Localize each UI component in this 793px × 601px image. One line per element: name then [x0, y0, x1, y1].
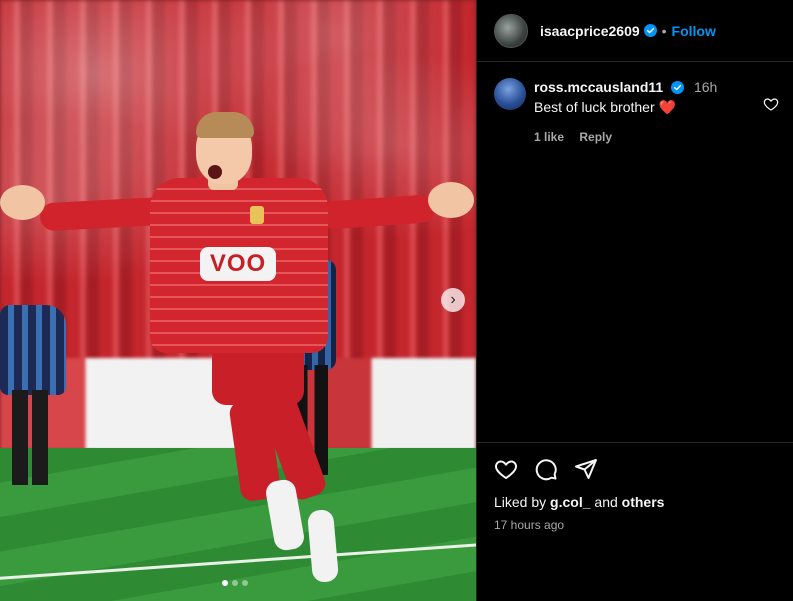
comment-item: ross.mccausland11 16h Best of luck broth…: [477, 62, 793, 144]
liked-by-mid: and: [590, 494, 622, 510]
post-media[interactable]: VOO ›: [0, 0, 476, 601]
comment-text: Best of luck brother ❤️: [534, 99, 676, 115]
carousel-dot: [232, 580, 238, 586]
verified-badge-icon: [671, 81, 685, 94]
liked-by-prefix: Liked by: [494, 494, 551, 510]
header-separator: •: [661, 22, 667, 39]
club-crest: [250, 206, 264, 224]
post-author-username[interactable]: isaacprice2609: [540, 23, 640, 39]
comment-icon[interactable]: [534, 457, 558, 481]
carousel-dot: [242, 580, 248, 586]
opponent-player-left: [0, 305, 66, 395]
player-hand-right: [428, 182, 474, 218]
carousel-dot: [222, 580, 228, 586]
player-mouth: [208, 165, 222, 179]
action-bar: [477, 443, 793, 481]
comment-header: ross.mccausland11 16h: [534, 78, 717, 96]
jersey-sponsor: VOO: [200, 247, 276, 281]
comment-body: ross.mccausland11 16h Best of luck broth…: [534, 78, 717, 144]
commenter-username[interactable]: ross.mccausland11: [534, 79, 663, 95]
verified-badge-icon: [643, 24, 657, 37]
liked-by-others[interactable]: others: [622, 494, 665, 510]
chevron-right-icon: ›: [450, 291, 456, 308]
liked-by-user[interactable]: g.col_: [550, 494, 590, 510]
next-slide-button[interactable]: ›: [441, 288, 465, 312]
comment-likes-count[interactable]: 1 like: [534, 130, 564, 144]
share-icon[interactable]: [574, 457, 598, 481]
carousel-dots: [222, 580, 248, 586]
commenter-avatar[interactable]: [494, 78, 526, 110]
comment-meta: 1 like Reply: [534, 130, 717, 144]
post-timestamp[interactable]: 17 hours ago: [477, 510, 793, 532]
follow-button[interactable]: Follow: [672, 23, 716, 39]
heart-icon[interactable]: [494, 457, 518, 481]
liked-by-line: Liked by g.col_ and others: [477, 481, 793, 510]
post-header: isaacprice2609 • Follow: [477, 0, 793, 62]
player-hand-left: [0, 185, 45, 220]
player-hair: [196, 112, 254, 138]
comment-like-heart-icon[interactable]: [763, 96, 779, 112]
post-side-panel: isaacprice2609 • Follow ross.mccausland1…: [476, 0, 793, 601]
avatar[interactable]: [494, 13, 528, 48]
opponent-player-left-legs: [12, 390, 48, 485]
comment-reply-button[interactable]: Reply: [579, 130, 612, 144]
post-actions-area: Liked by g.col_ and others 17 hours ago: [477, 442, 793, 532]
comment-time[interactable]: 16h: [694, 79, 717, 95]
